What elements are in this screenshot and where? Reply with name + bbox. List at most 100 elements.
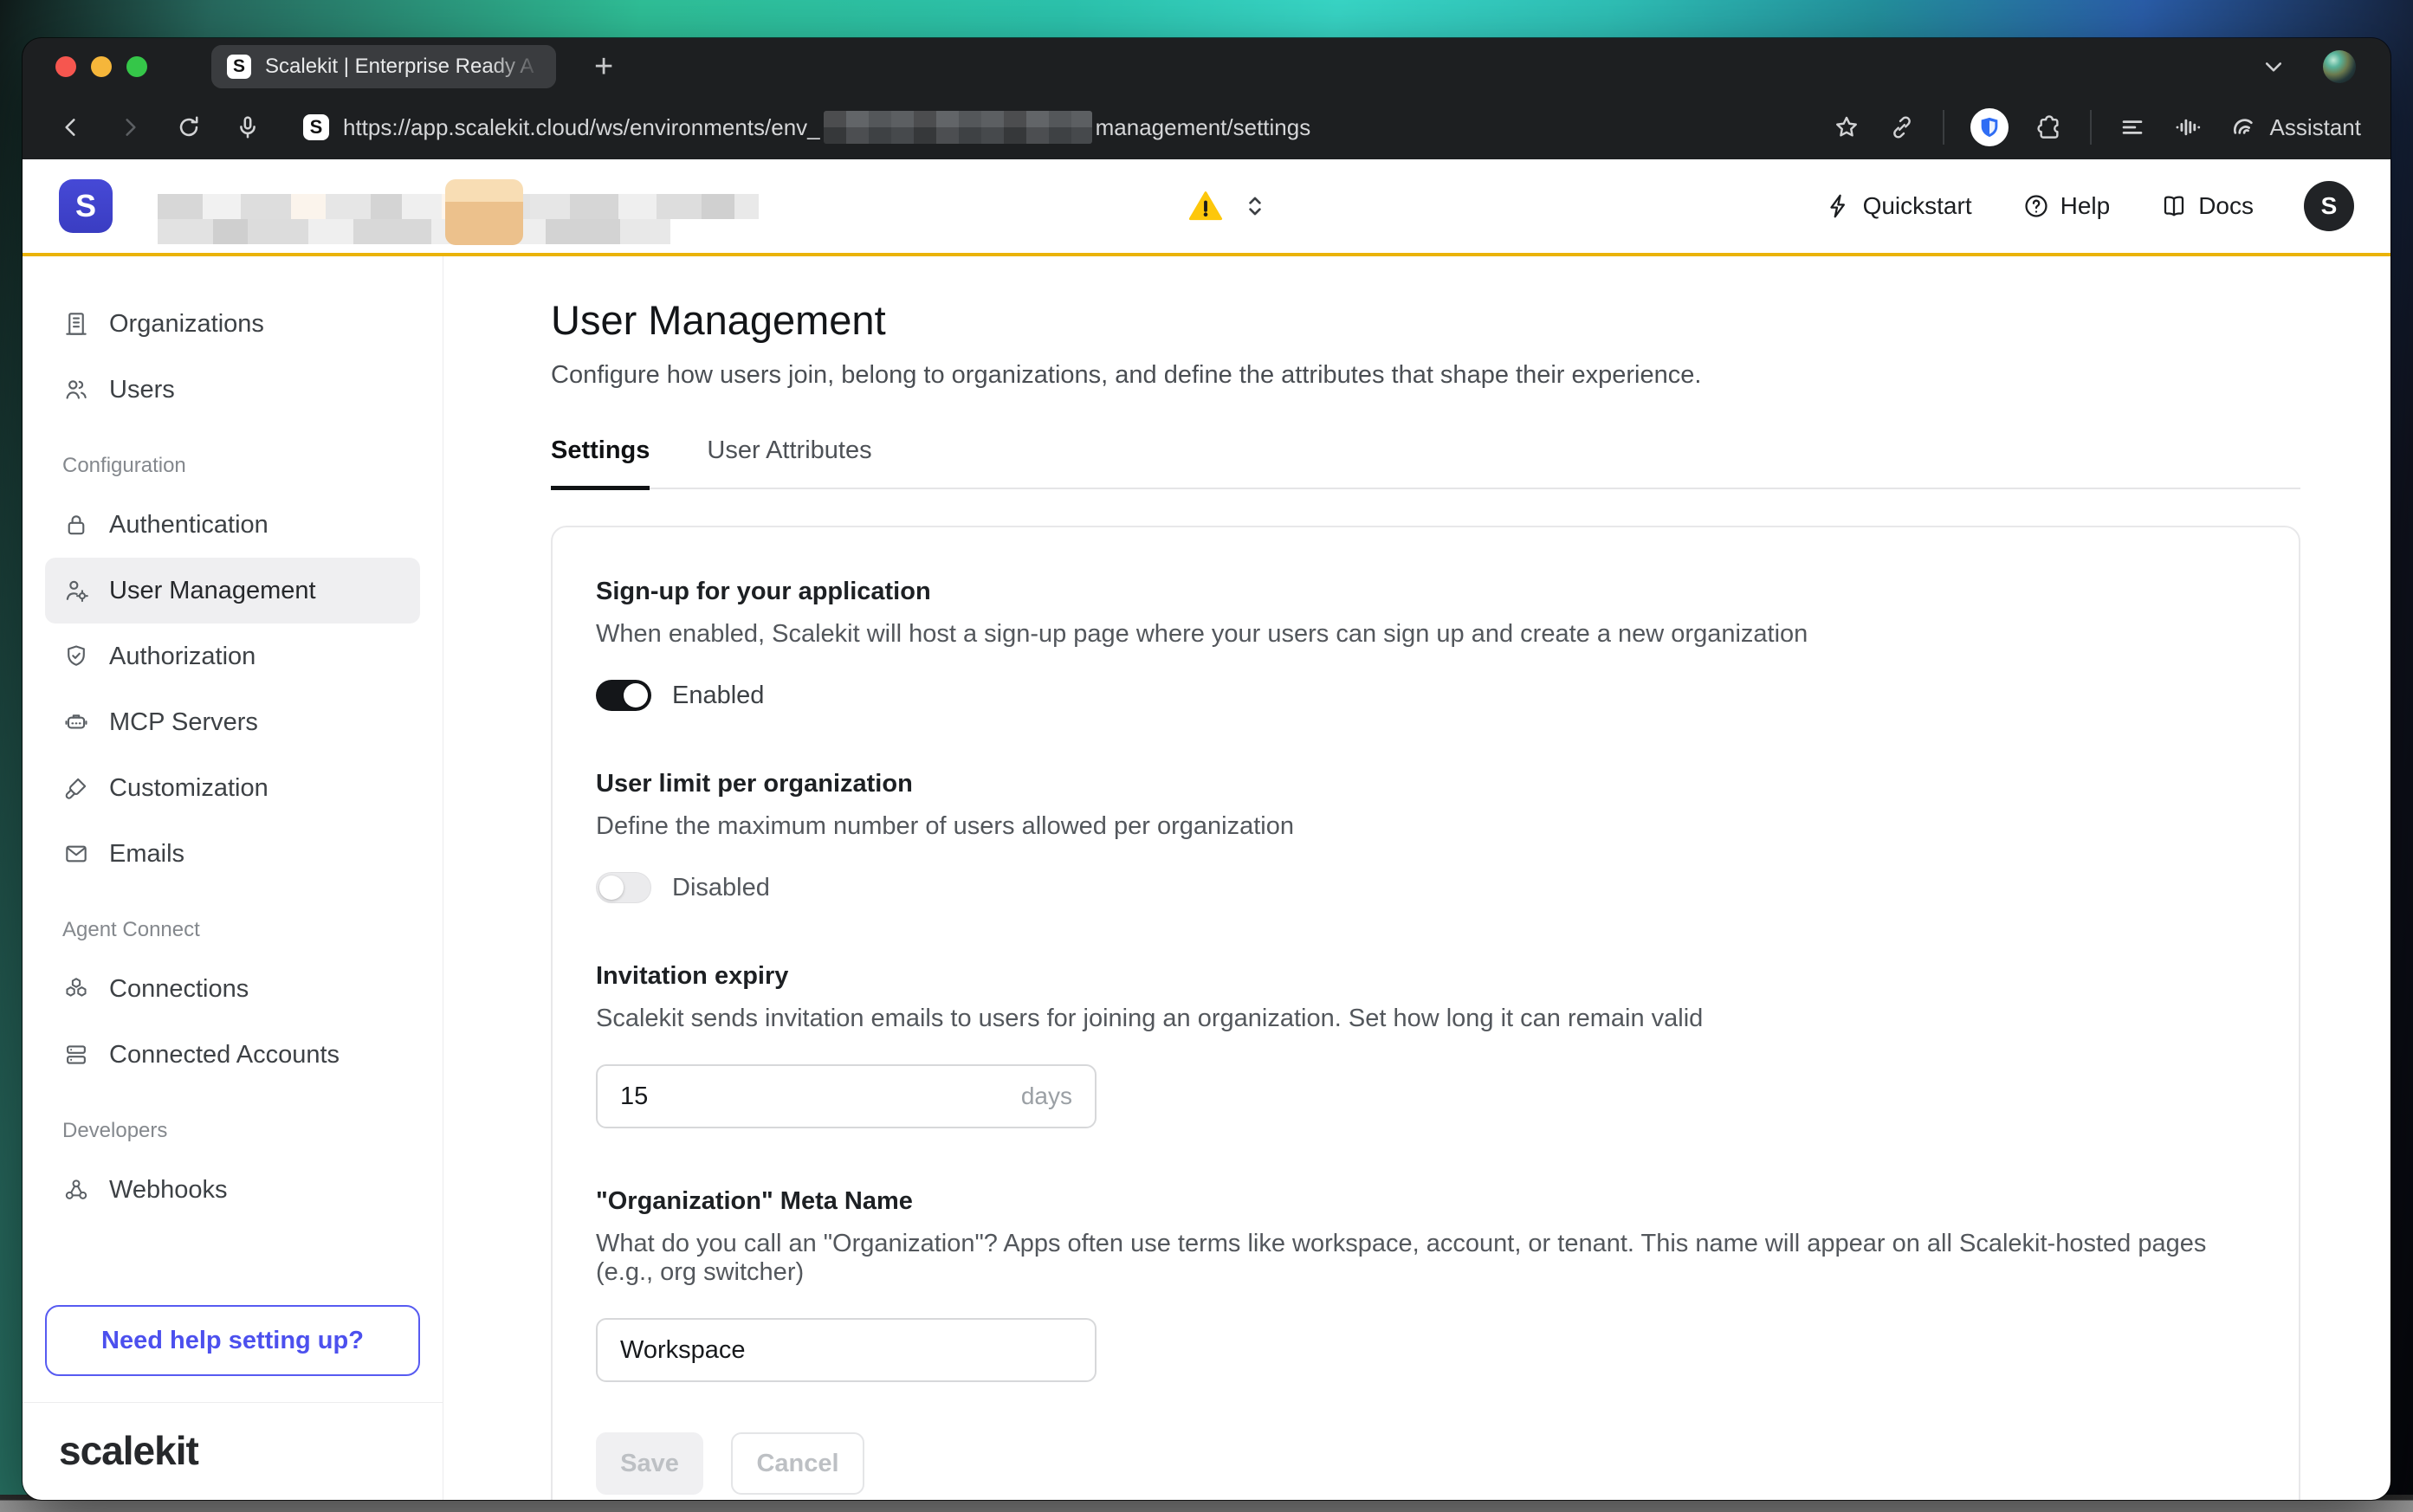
scalekit-favicon: S [227, 55, 251, 79]
invitation-expiry-section: Invitation expiry Scalekit sends invitat… [596, 962, 2255, 1128]
save-button[interactable]: Save [596, 1432, 703, 1495]
browser-tab[interactable]: S Scalekit | Enterprise Ready A [211, 45, 556, 88]
browser-profile-avatar[interactable] [2323, 50, 2356, 83]
org-meta-name-field [596, 1318, 1097, 1382]
cancel-button[interactable]: Cancel [731, 1432, 864, 1495]
stacked-rows-icon [62, 1041, 90, 1069]
sidebar-item-customization[interactable]: Customization [45, 755, 420, 821]
browser-window: S Scalekit | Enterprise Ready A + [23, 38, 2390, 1500]
invitation-expiry-unit: days [1021, 1082, 1072, 1110]
user-limit-section: User limit per organization Define the m… [596, 770, 2255, 903]
window-controls [55, 56, 147, 77]
forward-icon[interactable] [116, 113, 144, 141]
address-bar[interactable]: https://app.scalekit.cloud/ws/environmen… [343, 111, 1310, 144]
minimize-window-button[interactable] [91, 56, 112, 77]
settings-card: Sign-up for your application When enable… [551, 526, 2300, 1500]
extensions-puzzle-icon[interactable] [2035, 113, 2064, 142]
zoom-window-button[interactable] [126, 56, 147, 77]
shield-check-icon [62, 643, 90, 670]
signup-title: Sign-up for your application [596, 578, 2255, 606]
user-limit-title: User limit per organization [596, 770, 2255, 798]
book-icon [2160, 192, 2188, 220]
organizations-icon [62, 310, 90, 338]
scalekit-wordmark: scalekit [59, 1427, 406, 1474]
cubes-icon [62, 975, 90, 1003]
assistant-wave-icon [2229, 113, 2258, 142]
invitation-expiry-title: Invitation expiry [596, 962, 2255, 991]
warning-triangle-icon [1187, 187, 1225, 225]
tab-user-attributes[interactable]: User Attributes [707, 436, 871, 488]
sidebar: Organizations Users Configuration Authen… [23, 256, 443, 1500]
sidebar-item-authorization[interactable]: Authorization [45, 624, 420, 689]
signup-toggle-label: Enabled [672, 682, 764, 710]
org-meta-name-section: "Organization" Meta Name What do you cal… [596, 1187, 2255, 1382]
url-favicon: S [303, 114, 329, 140]
quickstart-button[interactable]: Quickstart [1825, 192, 1972, 220]
redacted-workspace-name [158, 194, 1171, 219]
sidebar-footer: scalekit [23, 1402, 443, 1500]
toolbar-divider [2090, 110, 2092, 145]
sidebar-item-users[interactable]: Users [45, 357, 420, 423]
url-redacted-segment [824, 111, 1092, 144]
signup-section: Sign-up for your application When enable… [596, 578, 2255, 711]
mic-icon[interactable] [234, 113, 262, 141]
invitation-expiry-field: days [596, 1064, 1097, 1128]
browser-toolbar: S https://app.scalekit.cloud/ws/environm… [23, 95, 2390, 159]
org-meta-name-title: "Organization" Meta Name [596, 1187, 2255, 1216]
redacted-environment-badge [445, 179, 523, 245]
docs-button[interactable]: Docs [2160, 192, 2254, 220]
page-subtitle: Configure how users join, belong to orga… [551, 361, 2300, 390]
copy-link-icon[interactable] [1887, 113, 1917, 142]
help-button[interactable]: Help [2022, 192, 2111, 220]
org-meta-name-description: What do you call an "Organization"? Apps… [596, 1230, 2224, 1287]
tab-title: Scalekit | Enterprise Ready A [265, 55, 534, 79]
back-icon[interactable] [57, 113, 85, 141]
reader-lines-icon[interactable] [2118, 113, 2147, 142]
page-title: User Management [551, 296, 2300, 344]
scalekit-app: S [23, 159, 2390, 1500]
signup-toggle[interactable] [596, 680, 651, 711]
sidebar-group-label-developers: Developers [62, 1119, 420, 1143]
reload-icon[interactable] [175, 113, 203, 141]
env-selector-chevrons-icon[interactable] [1240, 191, 1270, 221]
sidebar-item-connected-accounts[interactable]: Connected Accounts [45, 1022, 420, 1088]
user-limit-toggle[interactable] [596, 872, 651, 903]
user-limit-description: Define the maximum number of users allow… [596, 812, 2255, 841]
toolbar-divider [1943, 110, 1944, 145]
browser-tab-strip: S Scalekit | Enterprise Ready A + [23, 38, 2390, 95]
sidebar-item-connections[interactable]: Connections [45, 956, 420, 1022]
org-meta-name-input[interactable] [620, 1336, 1072, 1365]
new-tab-button[interactable]: + [594, 50, 613, 83]
tab-bar: Settings User Attributes [551, 436, 2300, 489]
sidebar-item-emails[interactable]: Emails [45, 821, 420, 887]
bitwarden-shield-icon[interactable] [1970, 108, 2009, 146]
paintbrush-icon [62, 774, 90, 802]
url-suffix: management/settings [1096, 114, 1311, 141]
user-avatar[interactable]: S [2304, 181, 2354, 231]
invitation-expiry-description: Scalekit sends invitation emails to user… [596, 1005, 2255, 1033]
sidebar-item-webhooks[interactable]: Webhooks [45, 1157, 420, 1223]
sidebar-item-mcp-servers[interactable]: MCP Servers [45, 689, 420, 755]
bolt-icon [1825, 192, 1853, 220]
voice-waveform-icon[interactable] [2173, 113, 2203, 142]
assistant-label: Assistant [2270, 114, 2362, 141]
sidebar-group-label-agent-connect: Agent Connect [62, 918, 420, 942]
invitation-expiry-input[interactable] [620, 1082, 1021, 1111]
tab-settings[interactable]: Settings [551, 436, 650, 488]
url-prefix: https://app.scalekit.cloud/ws/environmen… [343, 114, 820, 141]
envelope-icon [62, 840, 90, 868]
sidebar-item-organizations[interactable]: Organizations [45, 291, 420, 357]
close-window-button[interactable] [55, 56, 76, 77]
sidebar-item-authentication[interactable]: Authentication [45, 492, 420, 558]
sidebar-item-user-management[interactable]: User Management [45, 558, 420, 624]
environment-switcher[interactable] [158, 187, 1270, 225]
bookmark-star-icon[interactable] [1832, 113, 1861, 142]
need-help-button[interactable]: Need help setting up? [45, 1305, 420, 1376]
tab-search-chevron-icon[interactable] [2259, 52, 2288, 81]
robot-icon [62, 708, 90, 736]
scalekit-logo: S [59, 179, 113, 233]
signup-description: When enabled, Scalekit will host a sign-… [596, 620, 2255, 649]
lock-icon [62, 511, 90, 539]
sidebar-group-label-configuration: Configuration [62, 454, 420, 478]
assistant-button[interactable]: Assistant [2229, 113, 2362, 142]
